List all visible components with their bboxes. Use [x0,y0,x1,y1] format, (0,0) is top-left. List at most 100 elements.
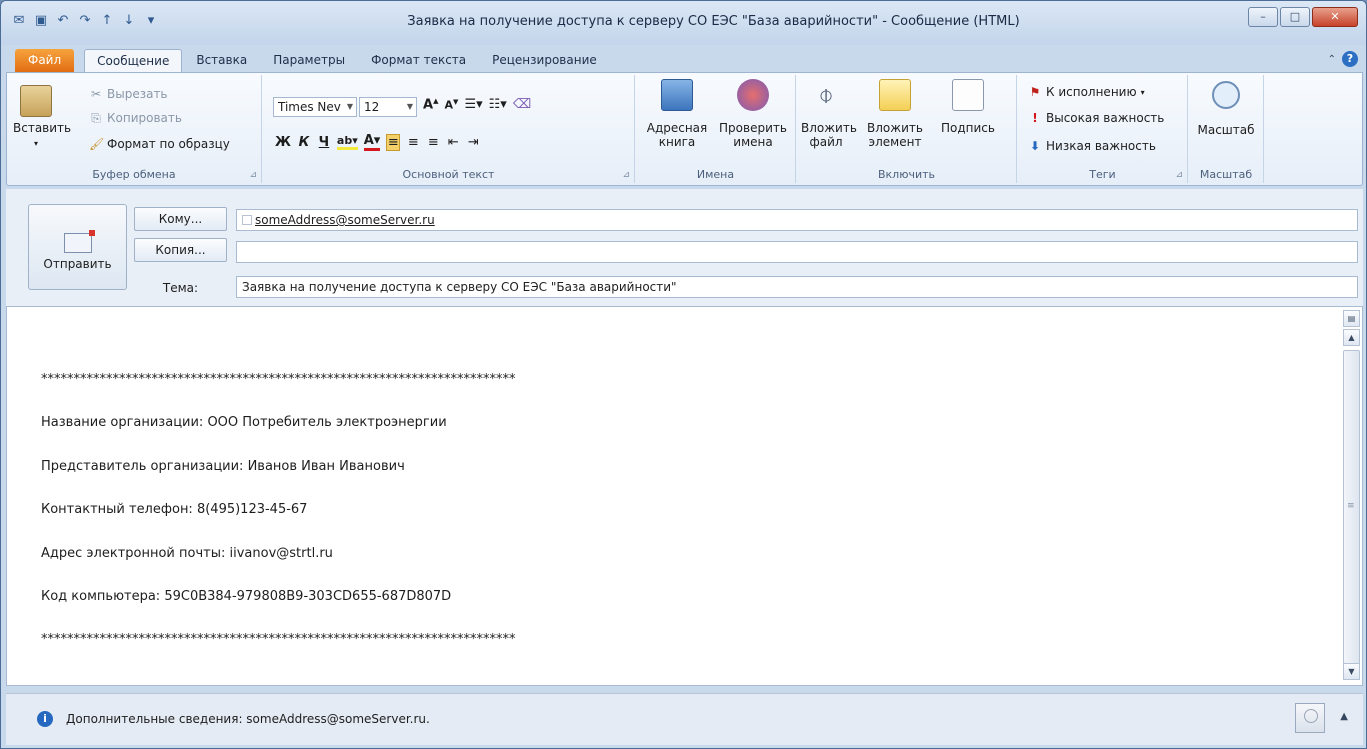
attach-file-button[interactable]: ⌽ Вложить файл [801,79,857,149]
window-title: Заявка на получение доступа к серверу СО… [407,14,1020,29]
subject-label: Тема: [162,281,199,295]
signature-button[interactable]: Подпись [935,79,1001,135]
pen-icon [952,79,984,111]
bullets-icon[interactable]: ☰▾ [464,97,482,112]
scroll-thumb[interactable]: ≡ [1343,350,1360,664]
align-center-icon[interactable]: ≡ [406,135,420,150]
high-importance-button[interactable]: ! Высокая важность [1028,111,1164,125]
send-button[interactable]: Отправить [28,204,127,290]
group-basic-text: Times Nev ▼ 12 ▼ A▲ A▼ ☰▾ ☷▾ ⌫ Ж К Ч ab▾ A… [263,75,635,183]
address-book-icon [661,79,693,111]
body-line: Адрес электронной почты: iivanov@strtl.r… [41,546,333,561]
tab-message[interactable]: Сообщение [84,49,183,73]
tab-format-text[interactable]: Формат текста [359,49,478,73]
increase-indent-icon[interactable]: ⇥ [466,135,480,150]
help-icon[interactable]: ? [1342,51,1358,67]
subject-field[interactable]: Заявка на получение доступа к серверу СО… [236,276,1358,298]
grow-font-icon[interactable]: A▲ [423,97,438,112]
clear-formatting-icon[interactable]: ⌫ [513,97,531,112]
align-right-icon[interactable]: ≡ [426,135,440,150]
message-header: Отправить Кому... Копия... Тема: someAdd… [6,189,1363,306]
low-importance-button[interactable]: ⬇ Низкая важность [1028,139,1156,153]
ribbon: Вставить ▾ ✂ Вырезать ⎘ Копировать 🖌 Формат … [6,72,1363,186]
attach-item-button[interactable]: Вложить элемент [857,79,933,149]
zoom-button[interactable]: Масштаб [1193,81,1259,137]
exclamation-icon: ! [1032,111,1038,125]
group-label-basic-text: Основной текст [402,168,495,181]
info-icon: i [37,711,53,727]
font-name-combo[interactable]: Times Nev ▼ [273,97,357,117]
expand-pane-icon[interactable]: ▲ [1340,711,1348,722]
title-bar: ✉ ▣ ↶ ↷ ↑ ↓ ▾ Заявка на получение доступ… [1,1,1366,45]
grip-icon: ≡ [1347,501,1355,511]
underline-button[interactable]: Ч [317,135,331,150]
body-line: Код компьютера: 59C0B384-979808B9-303CD6… [41,589,452,604]
tab-insert[interactable]: Вставка [184,49,259,73]
tab-review[interactable]: Рецензирование [480,49,609,73]
checkbox-icon [242,215,252,225]
close-button[interactable]: ✕ [1312,7,1358,27]
copy-button[interactable]: ⎘ Копировать [89,111,182,125]
maximize-button[interactable]: □ [1280,7,1310,27]
cc-field[interactable] [236,241,1358,263]
chevron-down-icon: ▼ [346,102,353,111]
minimize-ribbon-icon[interactable]: ⌃ [1328,54,1336,65]
address-book-button[interactable]: Адресная книга [642,79,712,149]
people-pane-text: Дополнительные сведения: someAddress@som… [66,712,430,726]
follow-up-button[interactable]: ⚑ К исполнению ▾ [1028,85,1145,99]
paste-label: Вставить [13,121,72,135]
align-left-icon[interactable]: ≡ [386,133,401,151]
bold-button[interactable]: Ж [275,135,291,150]
envelope-icon [879,79,911,111]
font-color-icon[interactable]: A▾ [363,133,381,151]
copy-icon: ⎘ [91,111,101,125]
ribbon-tabs: Файл Сообщение Вставка Параметры Формат … [1,45,1366,73]
check-names-button[interactable]: Проверить имена [714,79,792,149]
tab-options[interactable]: Параметры [261,49,357,73]
group-label-tags: Теги [1089,168,1116,181]
people-pane: i Дополнительные сведения: someAddress@s… [6,693,1363,745]
body-line: ****************************************… [41,632,516,647]
format-painter-button[interactable]: 🖌 Формат по образцу [89,137,230,151]
down-arrow-icon: ⬇ [1029,139,1041,153]
tab-file[interactable]: Файл [15,49,75,73]
chevron-down-icon: ▼ [406,102,413,111]
brush-icon: 🖌 [89,137,105,151]
decrease-indent-icon[interactable]: ⇤ [446,135,460,150]
clipboard-icon [20,85,52,117]
minimize-button[interactable]: – [1248,7,1278,27]
ruler-toggle-icon[interactable]: ▤ [1343,310,1360,327]
numbering-icon[interactable]: ☷▾ [489,97,507,112]
group-tags: ⚑ К исполнению ▾ ! Высокая важность ⬇ Низкая… [1018,75,1188,183]
body-line: ****************************************… [41,372,516,387]
check-names-icon [737,79,769,111]
recipient-address[interactable]: someAddress@someServer.ru [255,213,435,227]
scroll-down-icon[interactable]: ▼ [1343,663,1360,680]
body-line: Представитель организации: Иванов Иван И… [41,459,405,474]
paste-button[interactable]: Вставить ▾ [13,85,71,151]
scroll-up-icon[interactable]: ▲ [1343,329,1360,346]
group-label-names: Имена [696,168,735,181]
highlight-icon[interactable]: ab▾ [336,134,358,150]
group-label-zoom: Масштаб [1199,168,1253,181]
font-size-combo[interactable]: 12 ▼ [359,97,417,117]
body-line: Название организации: ООО Потребитель эл… [41,415,447,430]
magnifier-icon [1212,81,1240,109]
group-names: Адресная книга Проверить имена Имена [636,75,796,183]
dialog-launcher-icon[interactable]: ⊿ [249,170,257,180]
vertical-scrollbar[interactable]: ▤ ▲ ≡ ▼ [1343,310,1360,682]
contact-photo-icon[interactable] [1295,703,1325,733]
cut-button[interactable]: ✂ Вырезать [89,87,168,101]
message-body[interactable]: ****************************************… [6,306,1363,686]
outlook-compose-window: ✉ ▣ ↶ ↷ ↑ ↓ ▾ Заявка на получение доступ… [0,0,1367,749]
dialog-launcher-icon[interactable]: ⊿ [1175,170,1183,180]
send-mail-icon [63,230,95,253]
to-field[interactable]: someAddress@someServer.ru [236,209,1358,231]
italic-button[interactable]: К [297,135,311,150]
shrink-font-icon[interactable]: A▼ [444,98,459,112]
scissors-icon: ✂ [90,87,102,101]
cc-button[interactable]: Копия... [134,238,227,262]
dialog-launcher-icon[interactable]: ⊿ [622,170,630,180]
group-zoom: Масштаб Масштаб [1189,75,1264,183]
to-button[interactable]: Кому... [134,207,227,231]
